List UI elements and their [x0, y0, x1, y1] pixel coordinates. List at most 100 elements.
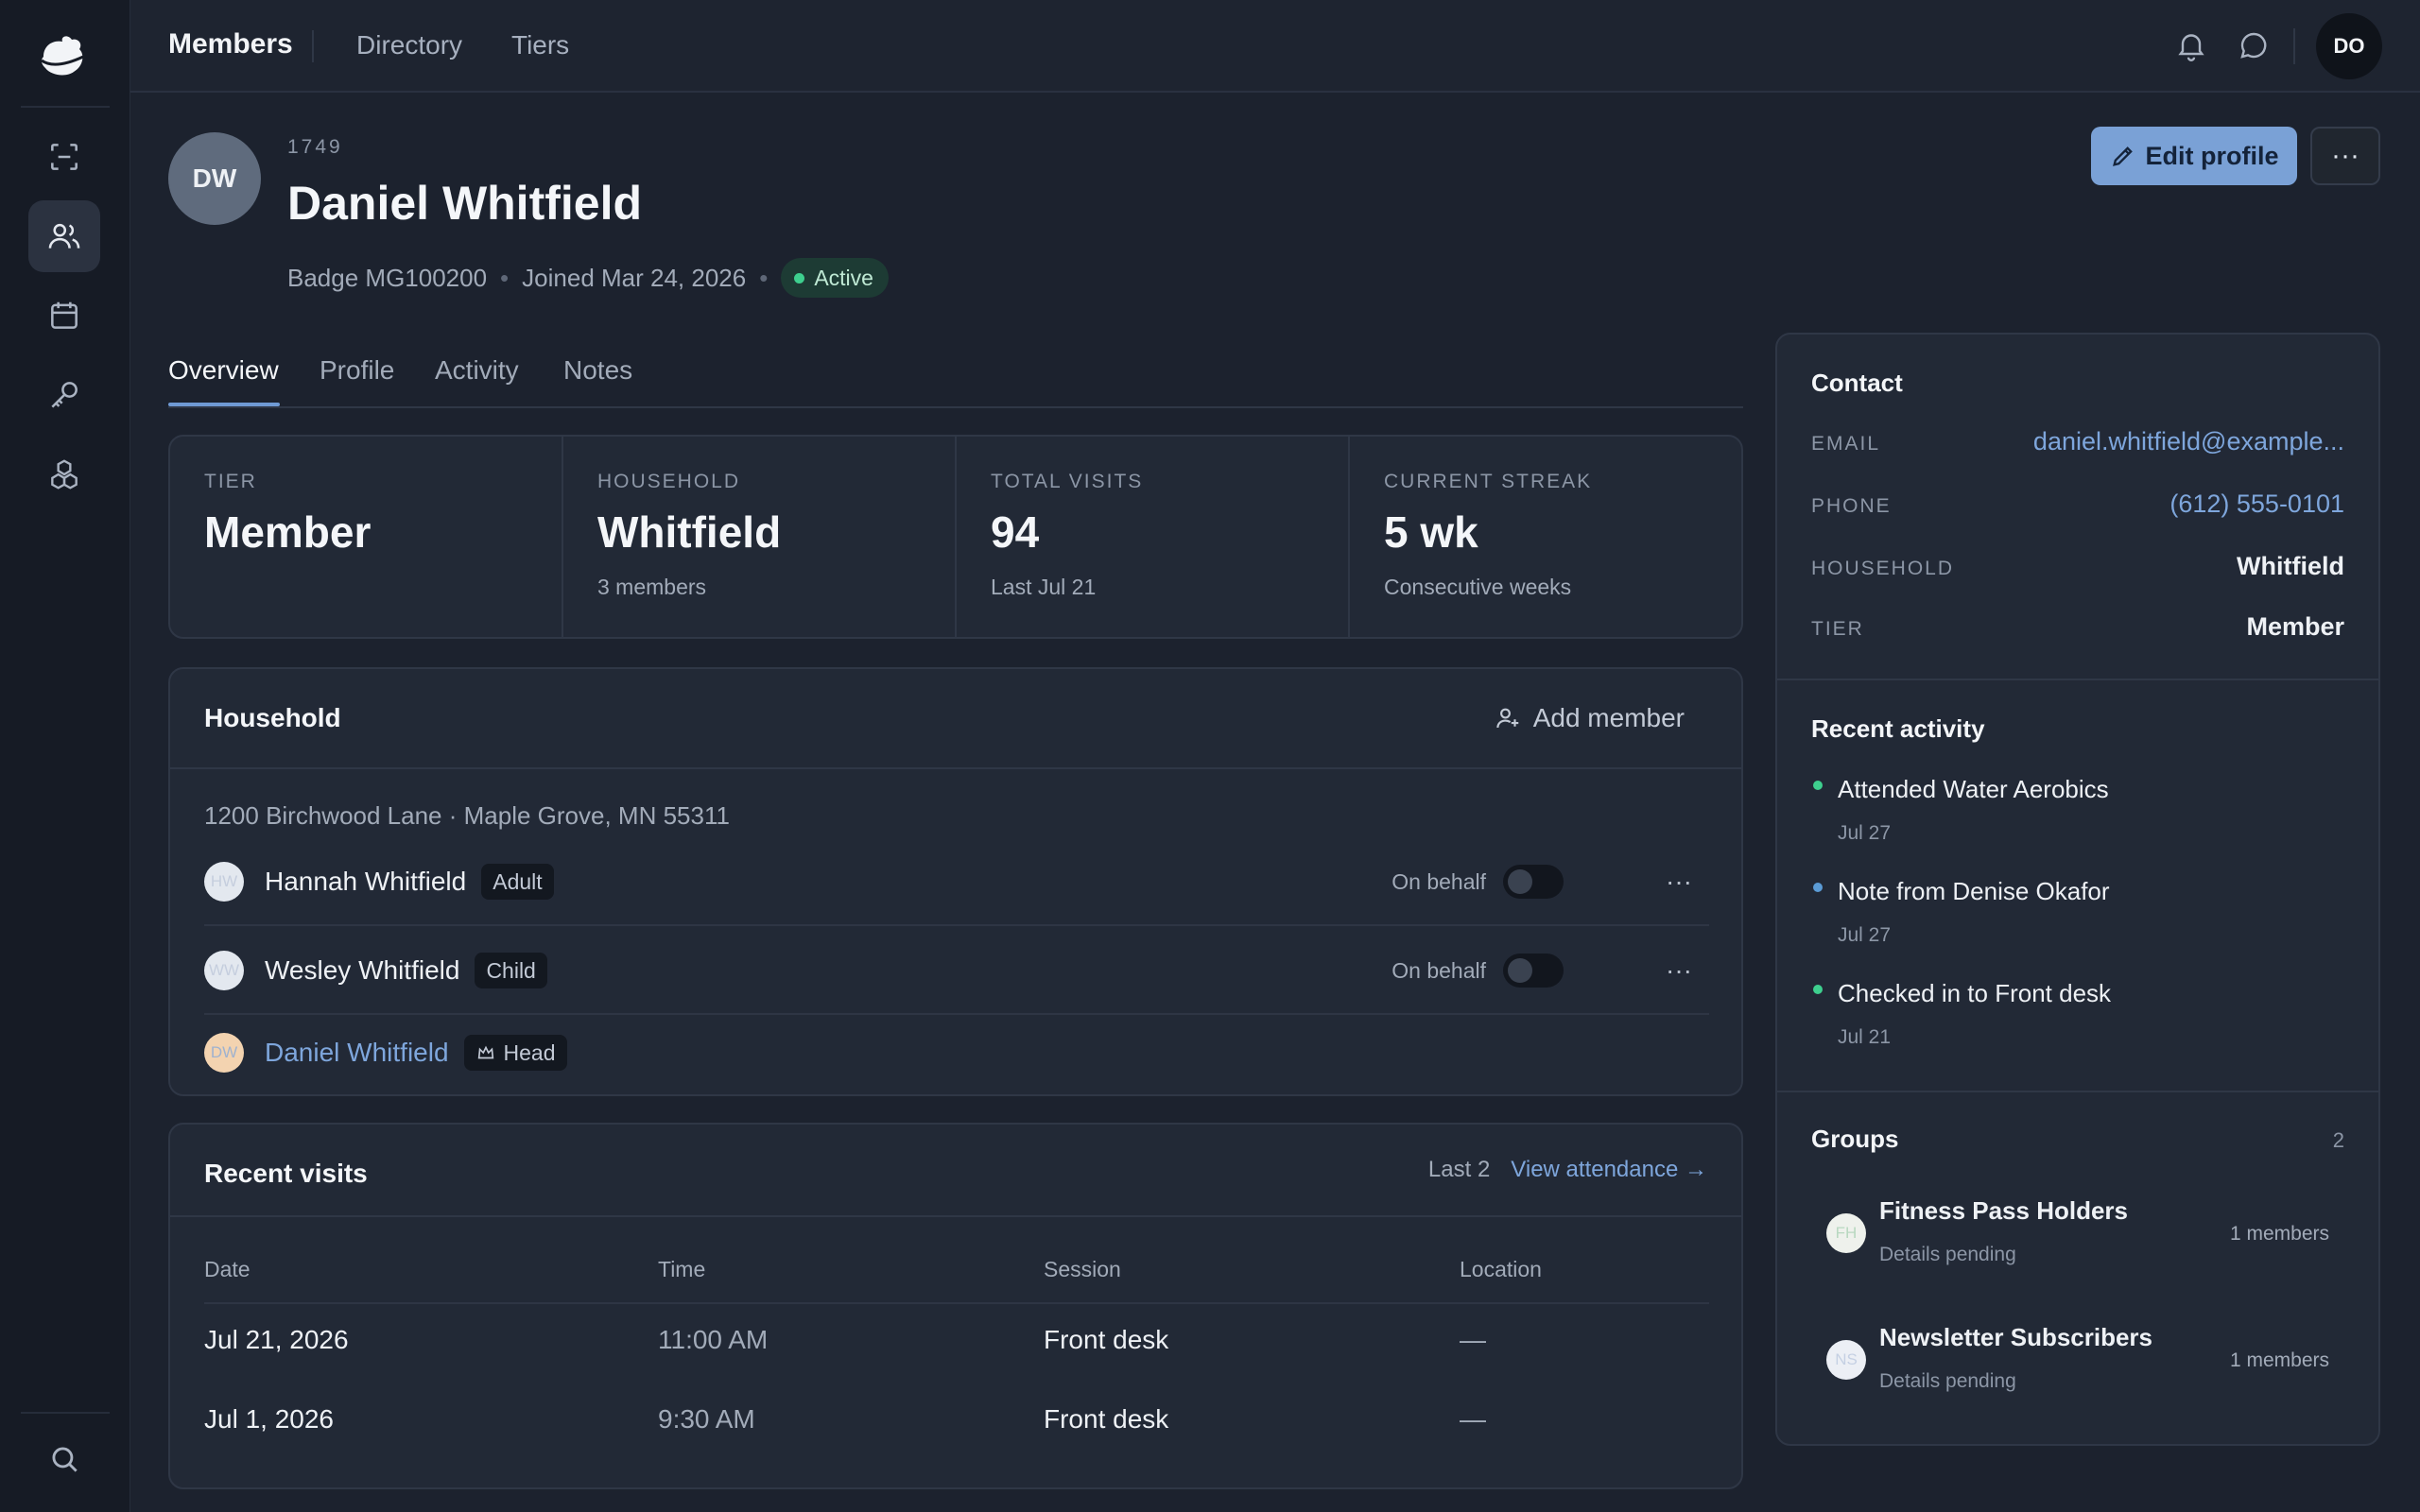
arrow-right-icon: → [1685, 1157, 1707, 1182]
ellipsis-icon: ··· [2331, 140, 2360, 171]
tab-overview[interactable]: Overview [168, 355, 279, 386]
on-behalf-toggle[interactable] [1503, 865, 1564, 899]
meta-separator: • [500, 263, 510, 292]
tab-activity[interactable]: Activity [435, 355, 519, 386]
rail-search[interactable] [28, 1423, 100, 1495]
stat-household: HOUSEHOLD Whitfield 3 members [563, 437, 957, 637]
members-icon [48, 223, 80, 249]
rail-calendar[interactable] [28, 280, 100, 352]
cell-session: Front desk [1044, 1325, 1169, 1354]
visits-header: Recent visits Last 2 View attendance → [170, 1125, 1741, 1217]
on-behalf-control: On behalf [1392, 954, 1564, 988]
contact-title: Contact [1811, 369, 1903, 397]
member-name: Daniel Whitfield [287, 177, 642, 230]
stat-value: Whitfield [597, 507, 782, 557]
user-avatar[interactable]: DO [2316, 13, 2382, 79]
rail-members[interactable] [28, 200, 100, 272]
column-header-location[interactable]: Location [1460, 1257, 1542, 1282]
pencil-icon [2112, 146, 2133, 166]
nav-rail [0, 0, 130, 1512]
stat-sub: Last Jul 21 [991, 575, 1097, 599]
phone-link[interactable]: (612) 555-0101 [2169, 490, 2344, 519]
key-icon [51, 382, 78, 408]
role-badge: Adult [481, 864, 554, 900]
member-joined: Joined Mar 24, 2026 [522, 263, 747, 292]
avatar: WW [204, 951, 244, 990]
tier-label: TIER [1811, 618, 1864, 640]
stat-tier: TIER Member [170, 437, 563, 637]
tab-notes[interactable]: Notes [563, 355, 632, 386]
column-header-date[interactable]: Date [204, 1257, 251, 1282]
on-behalf-control: On behalf [1392, 865, 1564, 899]
member-avatar: DW [168, 132, 261, 225]
top-bar: Members Directory Tiers DO [130, 0, 2420, 93]
on-behalf-toggle[interactable] [1503, 954, 1564, 988]
page-section-title: Members [168, 28, 293, 60]
profile-tabs: Overview Profile Activity Notes [168, 340, 1743, 408]
rail-keys[interactable] [28, 359, 100, 431]
stat-value: Member [204, 507, 372, 557]
side-panel: Contact EMAIL daniel.whitfield@example..… [1775, 333, 2380, 1446]
activity-dot-icon [1813, 985, 1823, 994]
add-member-button[interactable]: Add member [1494, 703, 1685, 733]
cell-date: Jul 21, 2026 [204, 1325, 349, 1354]
member-name[interactable]: Wesley Whitfield [265, 955, 459, 986]
row-more-button[interactable]: ··· [1666, 867, 1692, 897]
household-member-row: HW Hannah Whitfield Adult On behalf ··· [204, 839, 1709, 926]
stat-label: TOTAL VISITS [991, 471, 1144, 492]
group-status: Details pending [1879, 1370, 2016, 1392]
more-actions-button[interactable]: ··· [2310, 127, 2380, 185]
row-more-button[interactable]: ··· [1666, 955, 1692, 986]
cell-time: 11:00 AM [658, 1325, 769, 1354]
app-logo-icon[interactable] [36, 32, 91, 81]
rail-scan[interactable] [28, 121, 100, 193]
edit-profile-label: Edit profile [2145, 141, 2279, 170]
view-attendance-link[interactable]: View attendance → [1511, 1157, 1707, 1183]
cell-session: Front desk [1044, 1404, 1169, 1434]
top-divider-right [2293, 28, 2295, 64]
meta-separator: • [759, 263, 769, 292]
section-divider [1777, 1091, 2378, 1092]
rail-resources[interactable] [28, 438, 100, 510]
avatar: HW [204, 862, 244, 902]
column-header-time[interactable]: Time [658, 1257, 705, 1282]
email-link[interactable]: daniel.whitfield@example... [2033, 427, 2344, 456]
top-divider [312, 30, 314, 62]
stat-label: HOUSEHOLD [597, 471, 741, 492]
column-header-session[interactable]: Session [1044, 1257, 1121, 1282]
activity-date: Jul 27 [1838, 924, 1892, 946]
role-badge: Child [475, 953, 547, 988]
notifications-button[interactable] [2174, 28, 2208, 62]
recent-activity-title: Recent activity [1811, 714, 1985, 743]
cell-date: Jul 1, 2026 [204, 1404, 334, 1434]
status-dot-icon [794, 272, 805, 284]
scan-icon [51, 144, 78, 170]
tab-profile[interactable]: Profile [320, 355, 394, 386]
activity-title: Attended Water Aerobics [1838, 775, 2109, 803]
stat-label: TIER [204, 471, 257, 492]
rail-divider-bottom [21, 1412, 110, 1414]
activity-dot-icon [1813, 781, 1823, 790]
member-meta: Badge MG100200 • Joined Mar 24, 2026 • A… [287, 258, 889, 298]
activity-dot-icon [1813, 883, 1823, 892]
visits-count: Last 2 [1427, 1157, 1491, 1182]
stat-value: 94 [991, 507, 1040, 557]
member-name-link[interactable]: Daniel Whitfield [265, 1038, 449, 1068]
role-label: Head [503, 1040, 556, 1065]
nav-tiers-link[interactable]: Tiers [511, 30, 569, 60]
nav-directory-link[interactable]: Directory [356, 30, 462, 60]
group-status: Details pending [1879, 1244, 2016, 1265]
household-header: Household Add member [170, 669, 1741, 769]
member-name[interactable]: Hannah Whitfield [265, 867, 466, 897]
visits-title: Recent visits [204, 1159, 368, 1188]
phone-label: PHONE [1811, 495, 1892, 517]
activity-title: Note from Denise Okafor [1838, 877, 2110, 905]
edit-profile-button[interactable]: Edit profile [2091, 127, 2297, 185]
household-title: Household [204, 703, 341, 732]
group-member-count: 1 members [2229, 1223, 2329, 1245]
messages-button[interactable] [2237, 28, 2271, 62]
email-label: EMAIL [1811, 433, 1881, 455]
groups-title: Groups [1811, 1125, 1899, 1153]
group-avatar: NS [1826, 1340, 1866, 1380]
add-member-label: Add member [1532, 703, 1685, 732]
